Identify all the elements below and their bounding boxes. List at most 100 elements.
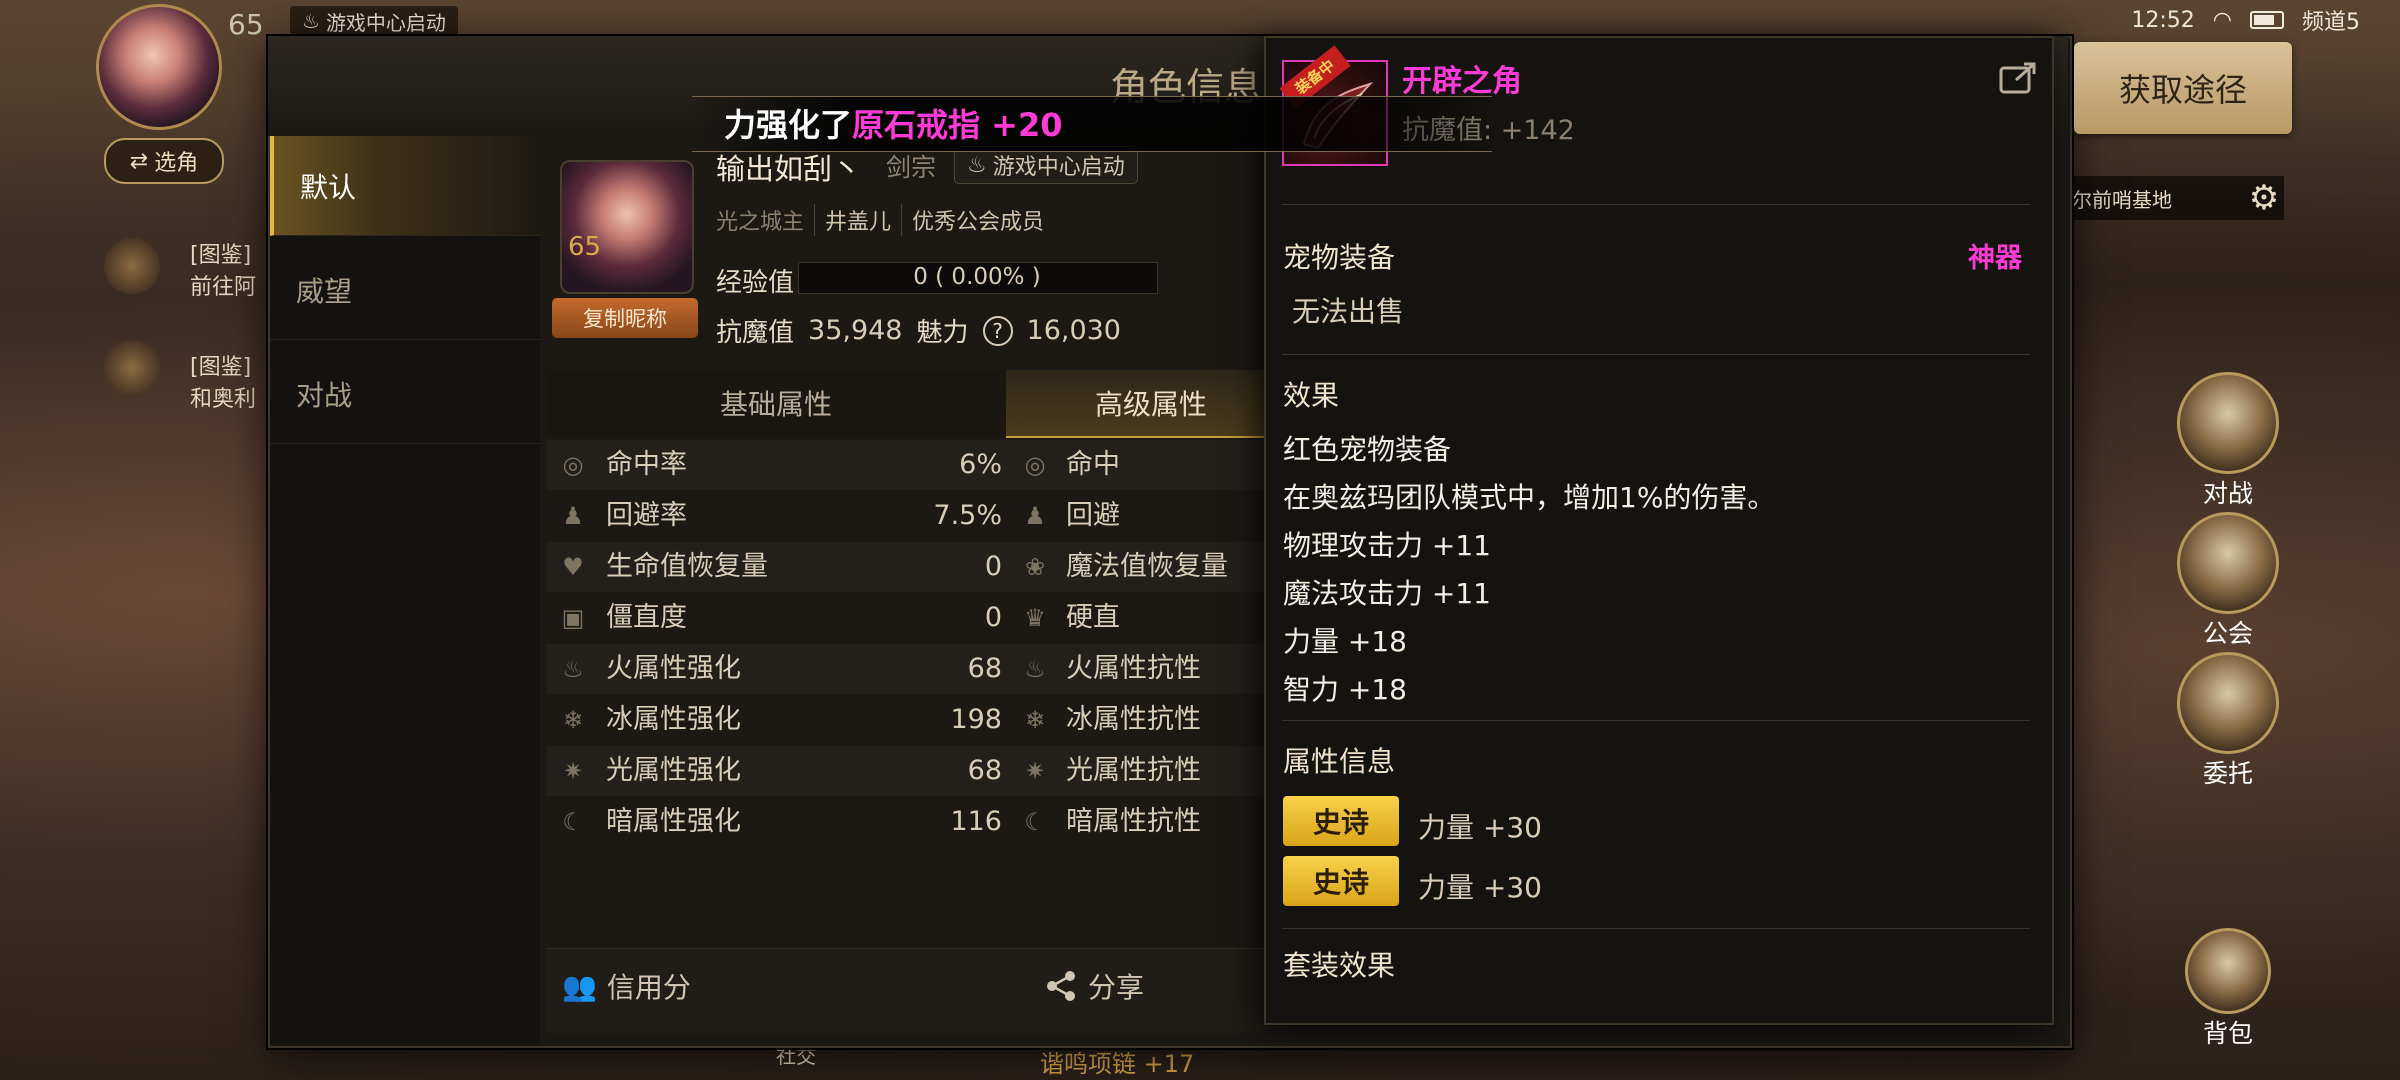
copy-nickname-button[interactable]: 复制昵称 [552,298,698,338]
game-center-icon: ♨ [302,9,320,33]
player-avatar[interactable] [96,4,222,130]
quest-scroll-icon[interactable] [104,238,160,294]
guild-button[interactable]: 公会 [2176,512,2280,650]
guild-icon [2177,512,2279,614]
effect-line: 智力 +18 [1283,673,1407,706]
attr-info-title: 属性信息 [1283,745,1396,778]
commission-label: 委托 [2202,759,2253,788]
anti-magic-label: 抗魔值 [716,318,795,348]
divider [1282,354,2030,355]
heart-icon: ♥ [562,553,584,581]
tab-default-label: 默认 [300,170,357,204]
attr-label-right: 冰属性抗性 [1066,704,1201,735]
pvp-label: 对战 [2202,479,2253,508]
anti-magic-value: 35,948 [808,315,903,346]
share-label: 分享 [1088,971,1145,1004]
bottom-item-notice: 谐鸣项链 +17 [1040,1050,1195,1078]
item-tradability: 无法出售 [1292,295,1405,328]
character-avatar [560,160,694,294]
effect-line: 红色宠物装备 [1283,433,1452,466]
attr-label: 命中率 [606,449,687,480]
attr-label-right: 魔法值恢复量 [1066,551,1228,582]
set-effect-title: 套装效果 [1283,949,1396,982]
light-icon: ✷ [1024,757,1046,785]
tab-prestige[interactable]: 威望 [270,240,540,340]
hardness-icon: ♛ [1024,604,1046,632]
tab-default[interactable]: 默认 [270,136,540,236]
attr-label: 光属性强化 [606,755,741,786]
game-center-badge[interactable]: ♨ 游戏中心启动 [290,6,458,36]
commission-button[interactable]: 委托 [2176,652,2280,790]
toast-prefix: 力强化了 [724,106,853,144]
dark-icon: ☾ [562,808,584,836]
switch-role-button[interactable]: ⇄ 选角 [104,138,224,184]
guild-name[interactable]: 井盖儿 [814,204,901,236]
item-name: 开辟之角 [1402,64,1522,99]
attr-row: ◎ 命中率 6% ◎ 命中 [546,440,1266,490]
epic-tag: 史诗 [1283,856,1399,906]
side-tabs: 默认 威望 对战 [270,136,540,1044]
bag-button[interactable]: 背包 [2176,928,2280,1050]
attr-label-right: 光属性抗性 [1066,755,1201,786]
attr-value: 116 [950,806,1002,837]
attr-label: 僵直度 [606,602,687,633]
credit-score-button[interactable]: 👥 信用分 [562,966,691,1006]
charm-label: 魅力 [916,318,969,348]
player-level: 65 [228,8,264,41]
target-icon: ◎ [562,451,584,479]
status-bar: 12:52 ◠ 频道5 [2131,4,2360,36]
quest-npc-icon[interactable] [104,340,160,396]
attr-value: 68 [967,653,1002,684]
attr-row: ☾ 暗属性强化 116 ☾ 暗属性抗性 [546,797,1266,847]
clock: 12:52 [2131,7,2195,33]
battery-icon [2250,11,2284,29]
divider [1282,720,2030,721]
light-icon: ✷ [562,757,584,785]
attr-row: ❄ 冰属性强化 198 ❄ 冰属性抗性 [546,695,1266,745]
tab-advanced-attributes[interactable]: 高级属性 [1006,370,1296,438]
acquire-route-button[interactable]: 获取途径 [2074,42,2292,134]
attr-label: 冰属性强化 [606,704,741,735]
attr-label: 回避率 [606,500,687,531]
attr-value: 6% [959,449,1002,480]
dark-icon: ☾ [1024,808,1046,836]
credit-label: 信用分 [606,971,691,1004]
dodge-icon: ♟ [562,502,584,530]
item-grade: 神器 [1968,243,2022,274]
attr-row: ✷ 光属性强化 68 ✷ 光属性抗性 [546,746,1266,796]
pvp-button[interactable]: 对战 [2176,372,2280,510]
effects-title: 效果 [1283,379,1340,412]
share-out-icon[interactable] [1998,60,2038,96]
toast-item: 原石戒指 +20 [852,106,1063,144]
tab-pvp-label: 对战 [296,378,353,412]
mana-icon: ❀ [1024,553,1046,581]
server-title: 光之城主 [716,210,805,235]
help-icon[interactable]: ? [982,315,1013,346]
tab-pvp[interactable]: 对战 [270,344,540,444]
ice-icon: ❄ [562,706,584,734]
gear-icon[interactable]: ⚙ [2244,178,2284,218]
map-name: 尔前哨基地 [2072,187,2172,212]
switch-icon: ⇄ [129,148,149,174]
attr-value: 7.5% [933,500,1002,531]
game-center-icon: ♨ [967,152,987,178]
tab-prestige-label: 威望 [296,274,353,308]
attr-label: 火属性强化 [606,653,741,684]
share-button[interactable]: 分享 [1044,966,1144,1006]
attr-label-right: 回避 [1066,500,1120,531]
attr-value: 198 [950,704,1002,735]
effect-line: 物理攻击力 +11 [1283,529,1491,562]
divider [1282,928,2030,929]
bag-icon [2185,928,2271,1014]
effect-line: 在奥兹玛团队模式中，增加1%的伤害。 [1283,481,1776,514]
fire-icon: ♨ [1024,655,1046,683]
tab-basic-attributes[interactable]: 基础属性 [546,370,1006,436]
exp-label: 经验值 [716,268,795,298]
wifi-icon: ◠ [2212,7,2232,33]
pvp-icon [2177,372,2279,474]
divider [1282,204,2030,205]
charm-value: 16,030 [1026,315,1121,346]
effect-line: 力量 +18 [1283,625,1407,658]
exp-value: 0 ( 0.00% ) [913,264,1041,290]
commission-icon [2177,652,2279,754]
